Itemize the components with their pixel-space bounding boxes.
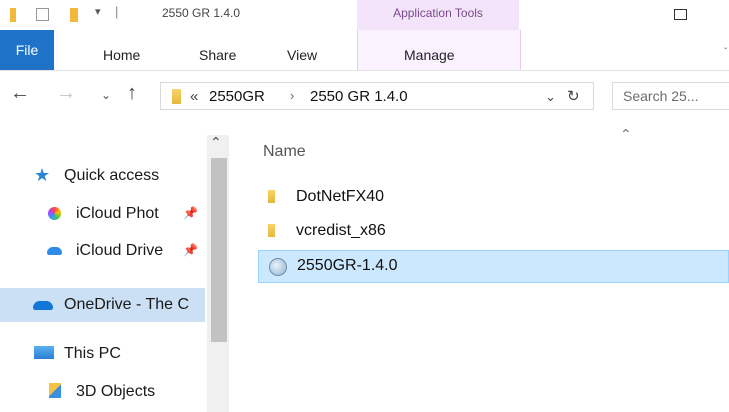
titlebar-separator: | [115, 4, 119, 19]
quick-access-dropdown-icon[interactable]: ▾ [95, 5, 101, 18]
file-row-2550gr-installer[interactable]: 2550GR-1.4.0 [258, 250, 729, 283]
up-icon[interactable]: ↑ [127, 82, 137, 105]
tab-view[interactable]: View [287, 47, 317, 63]
nav-item-label: OneDrive - The C [64, 296, 190, 313]
refresh-icon[interactable]: ↻ [567, 87, 580, 105]
file-row-dotnetfx40[interactable]: DotNetFX40 [258, 182, 729, 212]
breadcrumb-current[interactable]: 2550 GR 1.4.0 [310, 88, 408, 105]
nav-item-label: This PC [64, 345, 121, 362]
nav-item-icloud-photos[interactable]: iCloud Phot 📌 [0, 199, 205, 229]
new-folder-icon[interactable] [70, 8, 78, 22]
pin-icon: 📌 [183, 243, 198, 257]
nav-item-label: iCloud Drive [76, 242, 164, 259]
breadcrumb-separator-icon[interactable]: › [290, 88, 294, 103]
file-row-vcredist[interactable]: vcredist_x86 [258, 216, 729, 246]
star-icon: ★ [34, 165, 51, 185]
back-icon[interactable]: ← [10, 82, 30, 105]
sort-ascending-icon: ⌃ [620, 126, 632, 142]
nav-scroll-thumb[interactable] [211, 158, 227, 342]
application-tools-label: Application Tools [393, 6, 483, 20]
window-title: 2550 GR 1.4.0 [162, 6, 241, 20]
forward-icon[interactable]: → [56, 82, 76, 105]
tab-file[interactable]: File [0, 30, 54, 70]
properties-icon[interactable] [36, 8, 49, 21]
scroll-up-icon[interactable]: ⌃ [210, 134, 222, 151]
restore-icon[interactable] [674, 9, 687, 20]
file-name: 2550GR-1.4.0 [297, 257, 398, 274]
folder-icon [268, 190, 275, 203]
onedrive-icon [33, 301, 53, 310]
3d-objects-icon [49, 383, 61, 398]
file-name: DotNetFX40 [296, 188, 385, 205]
file-name: vcredist_x86 [296, 222, 386, 239]
tab-home[interactable]: Home [103, 47, 140, 63]
icloud-photos-icon [48, 207, 61, 220]
pin-icon: 📌 [183, 206, 198, 220]
breadcrumb-2550gr[interactable]: 2550GR [209, 88, 265, 105]
nav-item-onedrive[interactable]: OneDrive - The C [0, 288, 205, 322]
icloud-drive-icon [47, 247, 62, 255]
installer-icon [269, 258, 287, 276]
folder-icon [268, 224, 275, 237]
ribbon-expand-icon[interactable]: ˇ [724, 47, 727, 58]
tab-share[interactable]: Share [199, 47, 236, 63]
nav-item-icloud-drive[interactable]: iCloud Drive 📌 [0, 236, 205, 266]
column-header-name[interactable]: Name [263, 143, 306, 161]
nav-item-label: Quick access [64, 167, 160, 184]
breadcrumb-overflow[interactable]: « [190, 88, 198, 105]
address-dropdown-icon[interactable]: ⌄ [545, 89, 556, 105]
nav-item-this-pc[interactable]: This PC [0, 339, 205, 369]
folder-icon [172, 89, 181, 104]
pc-icon [34, 346, 54, 359]
search-placeholder: Search 25... [623, 88, 699, 104]
nav-item-label: iCloud Phot [76, 205, 159, 222]
nav-item-3d-objects[interactable]: 3D Objects [0, 377, 205, 407]
nav-item-quick-access[interactable]: ★ Quick access [0, 161, 205, 191]
tab-manage[interactable]: Manage [404, 47, 455, 63]
quick-access-folder-icon[interactable] [10, 8, 16, 22]
nav-item-label: 3D Objects [76, 383, 156, 400]
recent-locations-icon[interactable]: ⌄ [101, 88, 111, 102]
